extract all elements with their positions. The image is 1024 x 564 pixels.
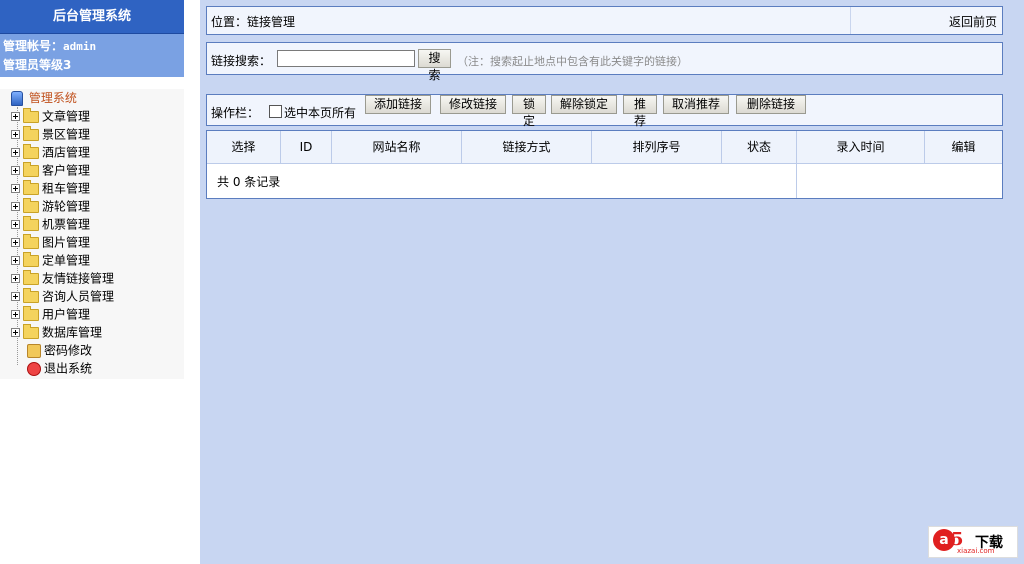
- a5-watermark-logo: a 5 下载 xiazai.com: [928, 526, 1018, 558]
- power-icon: [27, 361, 41, 376]
- nav-item-articles[interactable]: 文章管理: [11, 107, 90, 125]
- folder-icon: [23, 125, 39, 141]
- system-icon: [11, 91, 23, 106]
- delete-link-button[interactable]: 删除链接: [736, 95, 806, 114]
- admin-account: 管理帐号：admin: [3, 39, 97, 53]
- column-header: 排列序号: [592, 131, 722, 163]
- add-link-button[interactable]: 添加链接: [365, 95, 431, 114]
- admin-name: admin: [63, 40, 97, 53]
- divider: [796, 164, 797, 198]
- column-header: 录入时间: [797, 131, 925, 163]
- record-count: 共 0 条记录: [217, 175, 281, 189]
- breadcrumb: 位置：链接管理: [211, 15, 296, 29]
- table-header: 选择 ID 网站名称 链接方式 排列序号 状态 录入时间 编辑: [207, 131, 1002, 164]
- folder-icon: [23, 287, 39, 303]
- recommend-button[interactable]: 推荐: [623, 95, 657, 128]
- search-input[interactable]: [277, 50, 415, 67]
- divider: [850, 7, 851, 34]
- folder-icon: [23, 215, 39, 231]
- nav-item-password[interactable]: 密码修改: [11, 341, 92, 359]
- tree-root[interactable]: 管理系统: [11, 89, 77, 107]
- cancel-recommend-button[interactable]: 取消推荐: [663, 95, 729, 114]
- expand-icon[interactable]: [11, 292, 20, 301]
- expand-icon[interactable]: [11, 220, 20, 229]
- location-bar: 位置：链接管理 返回前页: [206, 6, 1003, 35]
- select-all-label: 选中本页所有: [284, 106, 357, 120]
- nav-tree: 管理系统 文章管理 景区管理 酒店管理 客户管理 租车管理 游轮管理 机票管理 …: [0, 89, 184, 379]
- operation-label: 操作栏：: [211, 106, 260, 120]
- expand-icon[interactable]: [11, 202, 20, 211]
- key-icon: [27, 343, 41, 358]
- column-header: 网站名称: [332, 131, 462, 163]
- column-header: 状态: [722, 131, 797, 163]
- operation-bar: 操作栏： 选中本页所有 添加链接 修改链接 锁定 解除锁定 推荐 取消推荐 删除…: [206, 94, 1003, 128]
- nav-item-consultants[interactable]: 咨询人员管理: [11, 287, 114, 305]
- folder-icon: [23, 161, 39, 177]
- expand-icon[interactable]: [11, 184, 20, 193]
- nav-item-hotels[interactable]: 酒店管理: [11, 143, 90, 161]
- sidebar: 后台管理系统 管理帐号：admin 管理员等级3 管理系统 文章管理 景区管理 …: [0, 0, 184, 564]
- select-all-checkbox[interactable]: [269, 105, 282, 118]
- expand-icon[interactable]: [11, 238, 20, 247]
- search-label: 链接搜索：: [211, 54, 272, 68]
- folder-icon: [23, 305, 39, 321]
- nav-item-logout[interactable]: 退出系统: [11, 359, 92, 377]
- lock-button[interactable]: 锁定: [512, 95, 546, 128]
- nav-item-flights[interactable]: 机票管理: [11, 215, 90, 233]
- nav-item-customers[interactable]: 客户管理: [11, 161, 90, 179]
- nav-item-orders[interactable]: 定单管理: [11, 251, 90, 269]
- logo-url: xiazai.com: [957, 547, 995, 555]
- expand-icon[interactable]: [11, 112, 20, 121]
- folder-icon: [23, 269, 39, 285]
- folder-icon: [23, 197, 39, 213]
- folder-icon: [23, 233, 39, 249]
- expand-icon[interactable]: [11, 166, 20, 175]
- column-header: ID: [281, 131, 332, 163]
- admin-info: 管理帐号：admin 管理员等级3: [0, 34, 184, 77]
- nav-item-links[interactable]: 友情链接管理: [11, 269, 114, 287]
- sidebar-title: 后台管理系统: [0, 0, 184, 34]
- column-header: 链接方式: [462, 131, 592, 163]
- main-area: 位置：链接管理 返回前页 链接搜索： 搜索 （注：搜索起止地点中包含有此关键字的…: [200, 0, 1024, 564]
- expand-icon[interactable]: [11, 274, 20, 283]
- expand-icon[interactable]: [11, 130, 20, 139]
- column-header: 编辑: [951, 140, 976, 154]
- tree-root-label: 管理系统: [28, 91, 77, 105]
- folder-icon: [23, 143, 39, 159]
- expand-icon[interactable]: [11, 256, 20, 265]
- folder-icon: [23, 179, 39, 195]
- edit-link-button[interactable]: 修改链接: [440, 95, 506, 114]
- unlock-button[interactable]: 解除锁定: [551, 95, 617, 114]
- nav-item-scenic[interactable]: 景区管理: [11, 125, 90, 143]
- column-header: 选择: [207, 131, 281, 163]
- expand-icon[interactable]: [11, 328, 20, 337]
- expand-icon[interactable]: [11, 310, 20, 319]
- folder-icon: [23, 323, 39, 339]
- links-table: 选择 ID 网站名称 链接方式 排列序号 状态 录入时间 编辑 共 0 条记录: [206, 130, 1003, 199]
- search-button[interactable]: 搜索: [418, 49, 451, 82]
- folder-icon: [23, 107, 39, 123]
- folder-icon: [23, 251, 39, 267]
- nav-item-images[interactable]: 图片管理: [11, 233, 90, 251]
- nav-item-cruises[interactable]: 游轮管理: [11, 197, 90, 215]
- nav-item-users[interactable]: 用户管理: [11, 305, 90, 323]
- nav-item-database[interactable]: 数据库管理: [11, 323, 102, 341]
- nav-item-car-rental[interactable]: 租车管理: [11, 179, 90, 197]
- search-bar: 链接搜索： 搜索 （注：搜索起止地点中包含有此关键字的链接）: [206, 42, 1003, 82]
- back-link[interactable]: 返回前页: [949, 13, 997, 30]
- admin-level: 管理员等级3: [3, 58, 72, 72]
- search-note: （注：搜索起止地点中包含有此关键字的链接）: [457, 55, 688, 68]
- expand-icon[interactable]: [11, 148, 20, 157]
